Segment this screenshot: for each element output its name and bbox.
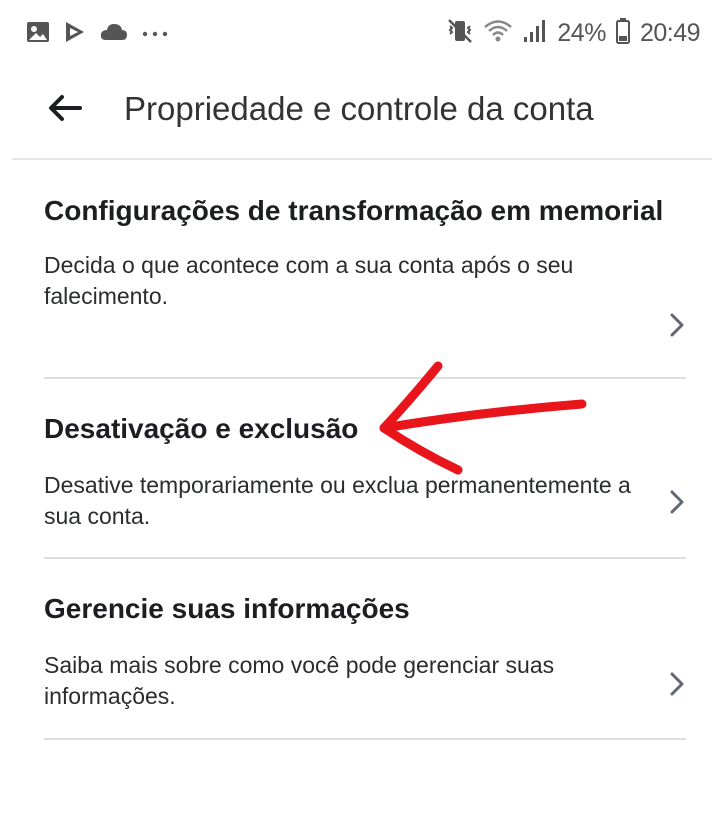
item-description: Decida o que acontece com a sua conta ap… xyxy=(44,252,574,309)
status-bar-left xyxy=(26,20,168,49)
chevron-right-icon xyxy=(668,487,686,517)
page-title: Propriedade e controle da conta xyxy=(124,90,594,127)
battery-percentage: 24% xyxy=(557,19,606,47)
item-title: Desativação e exclusão xyxy=(44,413,359,444)
chevron-right-icon xyxy=(668,310,686,340)
gallery-icon xyxy=(26,21,50,48)
battery-icon xyxy=(615,18,630,49)
signal-icon xyxy=(523,19,547,48)
header-divider xyxy=(12,158,712,160)
divider xyxy=(44,738,686,740)
divider xyxy=(44,557,686,559)
manage-information-item[interactable]: Gerencie suas informações Saiba mais sob… xyxy=(44,590,686,725)
deactivation-deletion-item[interactable]: Desativação e exclusão Desative temporar… xyxy=(44,410,686,545)
arrow-left-icon xyxy=(44,95,84,132)
divider xyxy=(44,377,686,379)
memorialization-settings-item[interactable]: Configurações de transformação em memori… xyxy=(44,192,686,362)
item-description: Saiba mais sobre como você pode gerencia… xyxy=(44,652,555,709)
item-description: Desative temporariamente ou exclua perma… xyxy=(44,472,631,529)
app-bar: Propriedade e controle da conta xyxy=(0,78,714,148)
clock: 20:49 xyxy=(639,19,701,47)
more-dots-icon xyxy=(142,26,168,44)
item-title: Configurações de transformação em memori… xyxy=(44,195,664,226)
status-bar-right: 24% 20:49 xyxy=(447,18,701,49)
back-button[interactable] xyxy=(44,88,88,132)
status-bar: 24% 20:49 xyxy=(0,18,714,58)
play-store-icon xyxy=(64,20,86,49)
wifi-icon xyxy=(483,18,513,49)
chevron-right-icon xyxy=(668,669,686,699)
vibrate-mute-icon xyxy=(447,18,473,49)
item-title: Gerencie suas informações xyxy=(44,593,410,624)
cloud-icon xyxy=(100,22,128,47)
